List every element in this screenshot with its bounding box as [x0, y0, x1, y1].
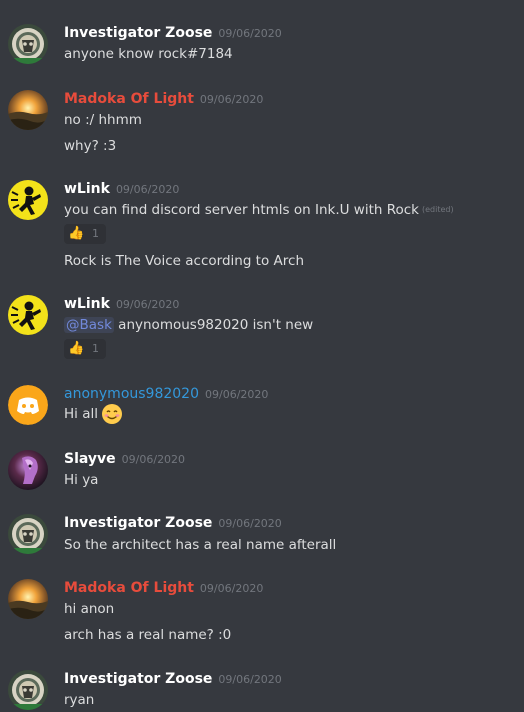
thumbs-up-icon: 👍	[68, 226, 85, 241]
message-text: anyone know rock#7184	[64, 46, 233, 62]
zoose-avatar[interactable]	[8, 514, 48, 554]
discord-default-avatar[interactable]	[8, 385, 48, 425]
message-text: @Bask anynomous982020 isn't new	[64, 314, 313, 336]
message-text: Hi all	[64, 403, 123, 425]
username[interactable]: Madoka Of Light	[64, 91, 194, 107]
edited-label: (edited)	[422, 205, 454, 214]
message-text-content: you can find discord server htmls on Ink…	[64, 202, 420, 218]
username[interactable]: anonymous982020	[64, 386, 199, 402]
madoka-avatar[interactable]	[8, 90, 48, 130]
reaction-button[interactable]: 👍 1	[64, 224, 106, 244]
message-text: ryan	[64, 692, 95, 708]
message-timestamp: 09/06/2020	[218, 673, 282, 686]
message-timestamp: 09/06/2020	[115, 298, 180, 311]
message-timestamp: 09/06/2020	[199, 93, 264, 106]
zoose-avatar[interactable]	[8, 670, 48, 710]
username[interactable]: Investigator Zoose	[64, 671, 212, 687]
message-text: no :/ hhmm	[64, 112, 142, 128]
message-text-content: anynomous982020 isn't new	[113, 317, 314, 333]
message-text: Rock is The Voice according to Arch	[64, 253, 304, 269]
user-mention[interactable]: @Bask	[64, 317, 114, 333]
message-text: why? :3	[64, 138, 117, 154]
reaction-count: 1	[92, 227, 99, 240]
message-timestamp: 09/06/2020	[205, 388, 269, 401]
smiling-face-icon	[101, 403, 123, 425]
username[interactable]: Madoka Of Light	[64, 580, 194, 596]
slayve-avatar[interactable]	[8, 450, 48, 490]
wlink-avatar[interactable]	[8, 180, 48, 220]
madoka-avatar[interactable]	[8, 579, 48, 619]
username[interactable]: Investigator Zoose	[64, 515, 212, 531]
username[interactable]: wLink	[64, 181, 110, 197]
message-timestamp: 09/06/2020	[121, 453, 186, 466]
message-text: hi anon	[64, 601, 115, 617]
message-text-content: Hi all	[64, 406, 98, 422]
username[interactable]: Investigator Zoose	[64, 25, 212, 41]
message-timestamp: 09/06/2020	[199, 582, 264, 595]
message-timestamp: 09/06/2020	[218, 27, 282, 40]
username[interactable]: Slayve	[64, 451, 116, 467]
message-text: you can find discord server htmls on Ink…	[64, 199, 454, 221]
thumbs-up-icon: 👍	[68, 341, 85, 356]
wlink-avatar[interactable]	[8, 295, 48, 335]
message-text: Hi ya	[64, 472, 99, 488]
chat-message-list: Investigator Zoose 09/06/2020 anyone know…	[0, 0, 524, 712]
username[interactable]: wLink	[64, 296, 110, 312]
message-text: arch has a real name? :0	[64, 627, 232, 643]
reaction-count: 1	[92, 342, 99, 355]
message-text: So the architect has a real name afteral…	[64, 537, 337, 553]
reaction-button[interactable]: 👍 1	[64, 339, 106, 359]
message-timestamp: 09/06/2020	[218, 517, 282, 530]
zoose-avatar[interactable]	[8, 24, 48, 64]
message-timestamp: 09/06/2020	[115, 183, 180, 196]
